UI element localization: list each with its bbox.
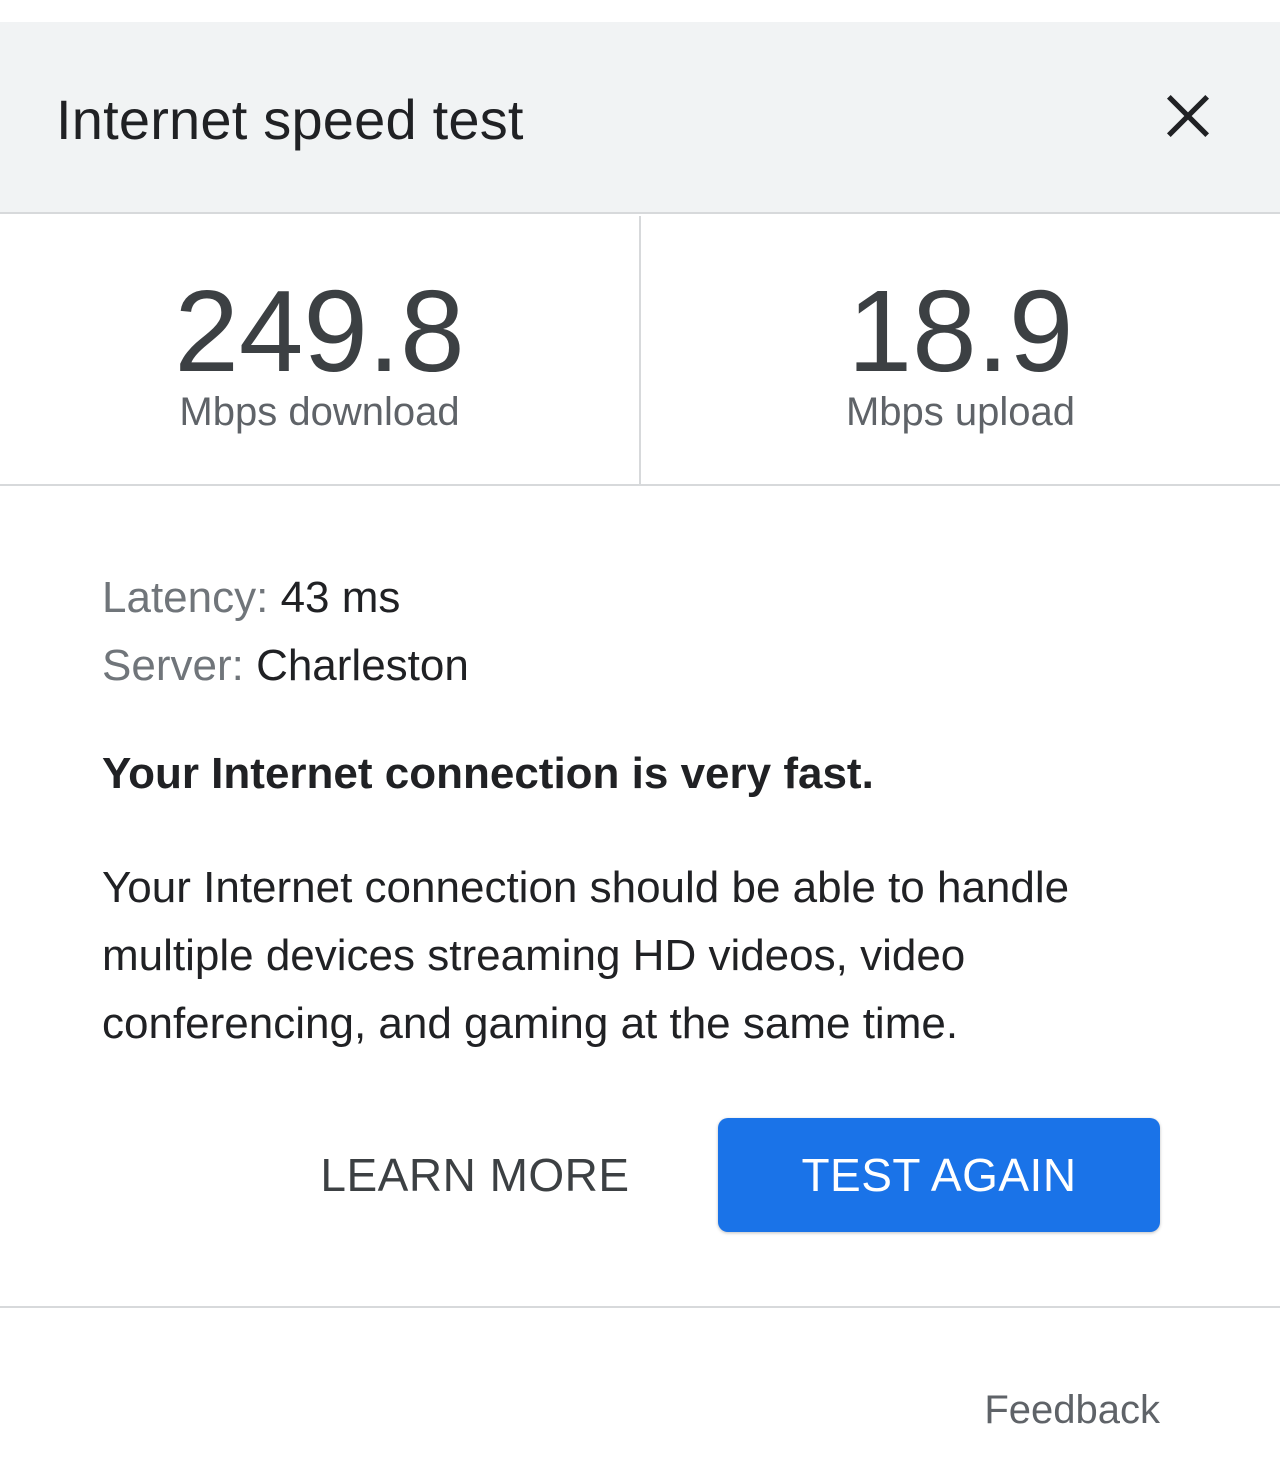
- close-icon: [1166, 94, 1210, 138]
- download-unit: Mbps download: [179, 390, 460, 434]
- upload-stat: 18.9 Mbps upload: [641, 216, 1280, 486]
- download-stat: 249.8 Mbps download: [0, 216, 639, 486]
- speed-results: 249.8 Mbps download 18.9 Mbps upload: [0, 216, 1280, 486]
- upload-unit: Mbps upload: [845, 390, 1076, 434]
- footer-divider: [0, 1306, 1280, 1308]
- latency-label: Latency:: [102, 573, 269, 622]
- server-value: Charleston: [256, 641, 469, 690]
- server-label: Server:: [102, 641, 244, 690]
- feedback-link[interactable]: Feedback: [960, 1384, 1160, 1436]
- learn-more-button[interactable]: LEARN MORE: [300, 1118, 650, 1232]
- upload-value: 18.9: [847, 266, 1074, 396]
- close-button[interactable]: [1150, 78, 1226, 154]
- result-description: Your Internet connection should be able …: [102, 863, 1070, 1048]
- result-headline: Your Internet connection is very fast.: [102, 749, 874, 798]
- server-row: Server: Charleston: [102, 632, 1182, 700]
- latency-row: Latency: 43 ms: [102, 564, 1182, 632]
- card-title: Internet speed test: [56, 88, 524, 151]
- latency-value: 43 ms: [280, 573, 401, 622]
- test-again-button[interactable]: TEST AGAIN: [718, 1118, 1160, 1232]
- test-details: Latency: 43 ms Server: Charleston: [102, 564, 1182, 700]
- download-value: 249.8: [174, 266, 465, 396]
- card-header: Internet speed test: [0, 22, 1280, 214]
- speed-test-card: Internet speed test 249.8 Mbps download …: [0, 22, 1280, 1473]
